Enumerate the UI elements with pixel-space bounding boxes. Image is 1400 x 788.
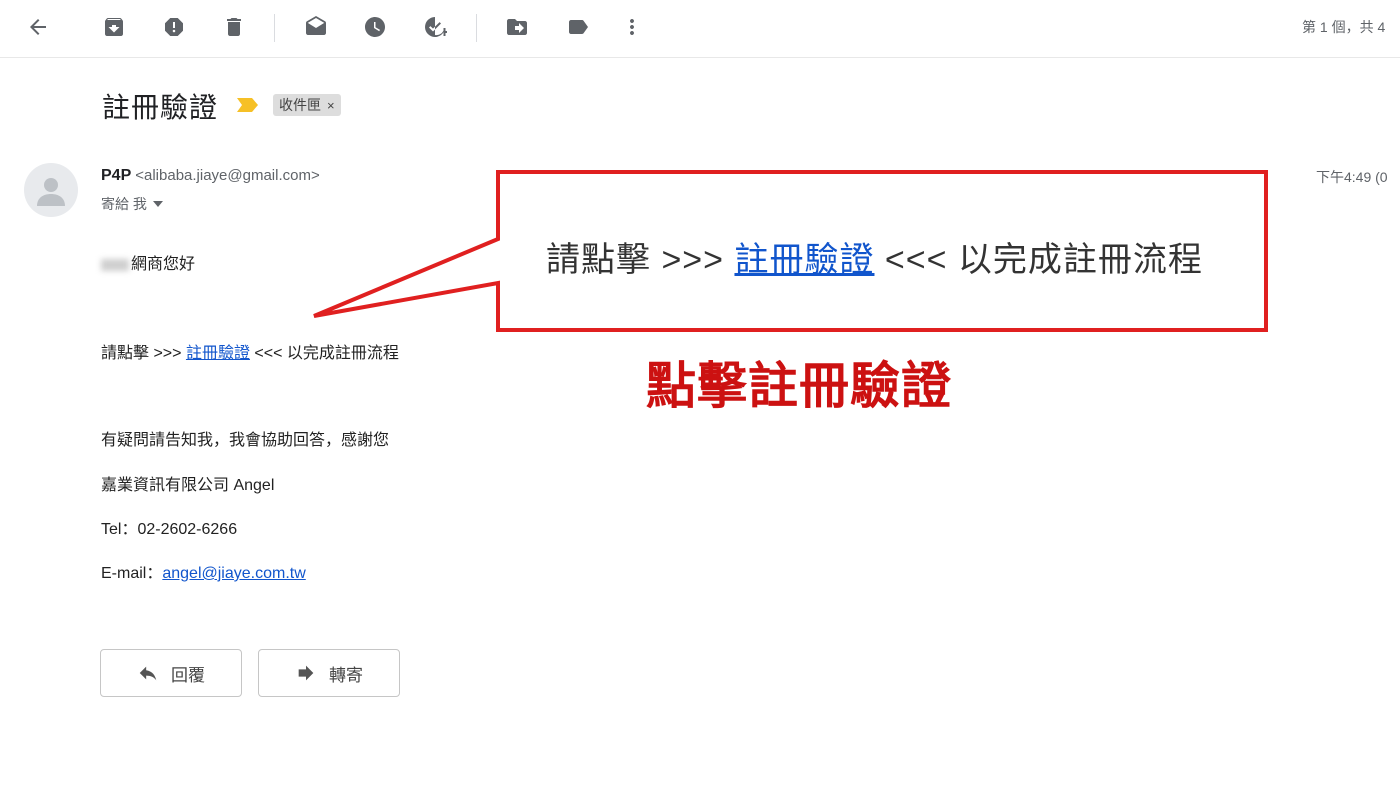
contact-email-link[interactable]: angel@jiaye.com.tw bbox=[162, 565, 305, 582]
greeting-text: 網商您好 bbox=[131, 256, 196, 273]
important-marker-icon[interactable] bbox=[237, 97, 259, 118]
email-label: E-mail： bbox=[101, 565, 163, 582]
report-spam-icon[interactable] bbox=[159, 12, 189, 42]
sender: P4P <alibaba.jiaye@gmail.com> bbox=[101, 167, 320, 185]
callout-link: 註冊驗證 bbox=[734, 241, 875, 279]
recipient-label: 寄給 我 bbox=[101, 196, 147, 212]
callout-prefix: 請點擊 >>> bbox=[546, 241, 735, 279]
email-timestamp: 下午4:49 (0 bbox=[1316, 169, 1388, 185]
verification-suffix: <<< 以完成註冊流程 bbox=[249, 345, 399, 362]
recipient-details-toggle[interactable]: 寄給 我 bbox=[101, 194, 163, 214]
email-subject: 註冊驗證 bbox=[102, 92, 219, 123]
company-line: 嘉業資訊有限公司 Angel bbox=[101, 477, 275, 494]
add-task-icon[interactable] bbox=[420, 12, 450, 42]
forward-label: 轉寄 bbox=[329, 665, 363, 685]
verification-line: 請點擊 >>> 註冊驗證 <<< 以完成註冊流程 bbox=[101, 339, 399, 363]
forward-button[interactable]: 轉寄 bbox=[258, 649, 400, 697]
reply-label: 回覆 bbox=[171, 665, 205, 685]
callout-text: 請點擊 >>> 註冊驗證 <<< 以完成註冊流程 bbox=[546, 232, 1203, 281]
callout-suffix: <<< 以完成註冊流程 bbox=[874, 241, 1203, 279]
chevron-down-icon bbox=[152, 201, 163, 207]
label-icon[interactable] bbox=[563, 12, 593, 42]
toolbar-divider bbox=[274, 14, 275, 42]
verification-prefix: 請點擊 >>> bbox=[101, 345, 186, 362]
toolbar: 第 1 個，共 4 bbox=[0, 0, 1400, 58]
label-chip-inbox: 收件匣 × bbox=[273, 94, 341, 116]
email-line: E-mail：angel@jiaye.com.tw bbox=[101, 559, 306, 583]
sender-email: <alibaba.jiaye@gmail.com> bbox=[135, 167, 320, 184]
tel-line: Tel：02-2602-6266 bbox=[101, 521, 238, 538]
forward-icon bbox=[298, 665, 314, 681]
person-icon bbox=[37, 178, 65, 206]
more-vert-icon[interactable] bbox=[617, 12, 647, 42]
reply-button[interactable]: 回覆 bbox=[100, 649, 242, 697]
greeting-line: 網商您好 bbox=[101, 250, 195, 274]
move-to-icon[interactable] bbox=[502, 12, 532, 42]
avatar bbox=[24, 163, 78, 217]
annotation-note: 點擊註冊驗證 bbox=[646, 358, 952, 414]
sender-name: P4P bbox=[101, 167, 132, 184]
redacted-name bbox=[101, 258, 129, 271]
toolbar-divider bbox=[476, 14, 477, 42]
question-line: 有疑問請告知我，我會協助回答，感謝您 bbox=[101, 432, 390, 449]
back-arrow-icon[interactable] bbox=[23, 12, 53, 42]
snooze-icon[interactable] bbox=[360, 12, 390, 42]
mark-unread-icon[interactable] bbox=[301, 12, 331, 42]
pager-count: 第 1 個，共 4 bbox=[1302, 19, 1386, 35]
verification-link[interactable]: 註冊驗證 bbox=[186, 345, 250, 362]
remove-label-icon[interactable]: × bbox=[327, 98, 335, 113]
reply-icon bbox=[139, 666, 157, 681]
archive-icon[interactable] bbox=[99, 12, 129, 42]
delete-icon[interactable] bbox=[219, 12, 249, 42]
label-chip-text: 收件匣 bbox=[279, 97, 321, 113]
